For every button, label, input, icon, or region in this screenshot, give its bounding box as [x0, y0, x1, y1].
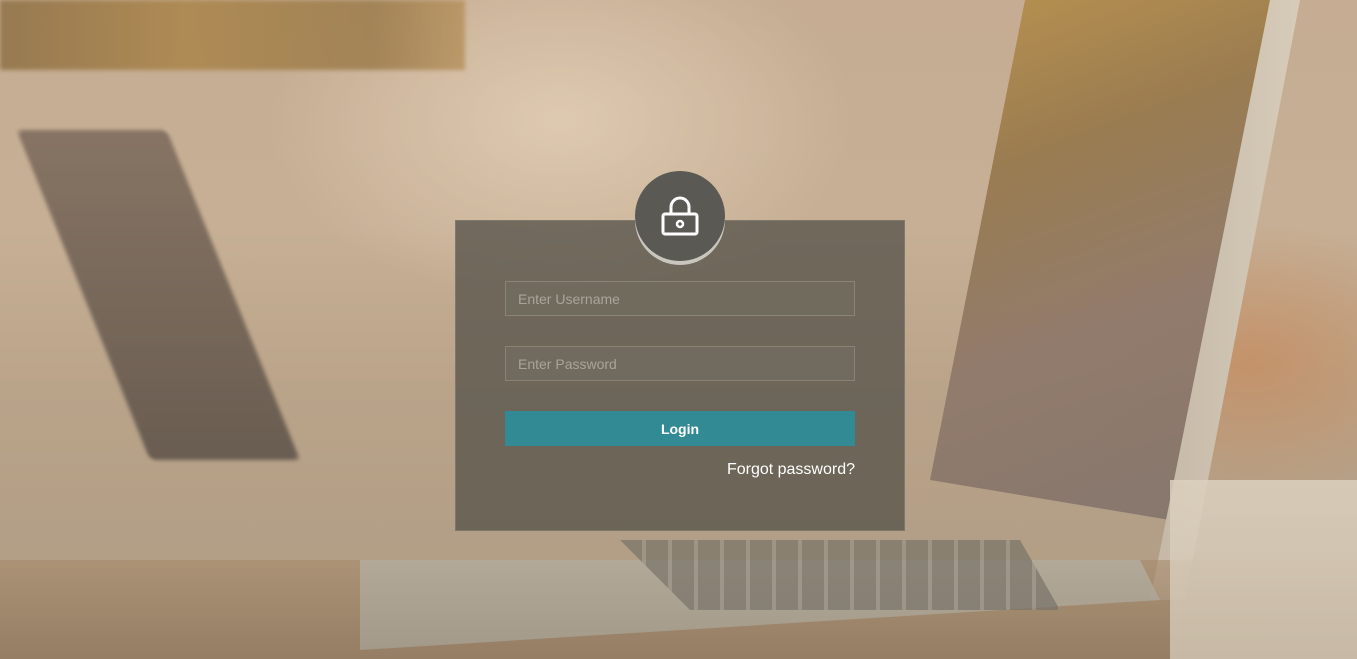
lock-badge — [635, 171, 725, 261]
login-button[interactable]: Login — [505, 411, 855, 446]
lock-icon — [660, 195, 700, 237]
forgot-password-link[interactable]: Forgot password? — [700, 461, 855, 479]
username-input[interactable] — [505, 281, 855, 316]
password-input[interactable] — [505, 346, 855, 381]
